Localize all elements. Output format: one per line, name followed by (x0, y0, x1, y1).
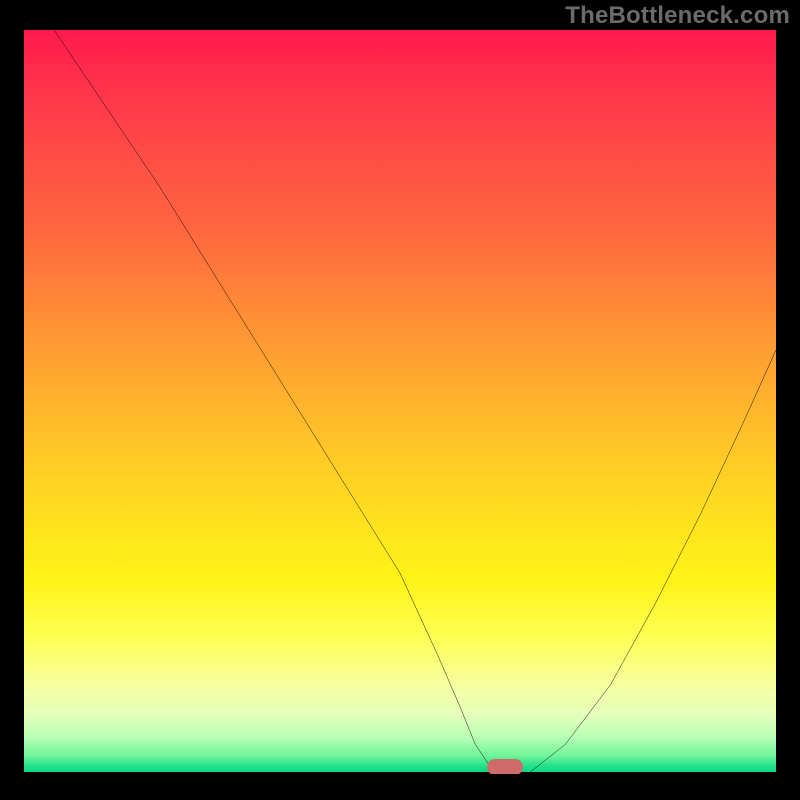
curve-path (54, 30, 776, 774)
x-axis-baseline (24, 772, 776, 774)
plot-area (24, 30, 776, 774)
bottleneck-curve (24, 30, 776, 774)
chart-frame: TheBottleneck.com (0, 0, 800, 800)
optimal-marker (487, 759, 523, 774)
watermark-text: TheBottleneck.com (565, 2, 790, 30)
